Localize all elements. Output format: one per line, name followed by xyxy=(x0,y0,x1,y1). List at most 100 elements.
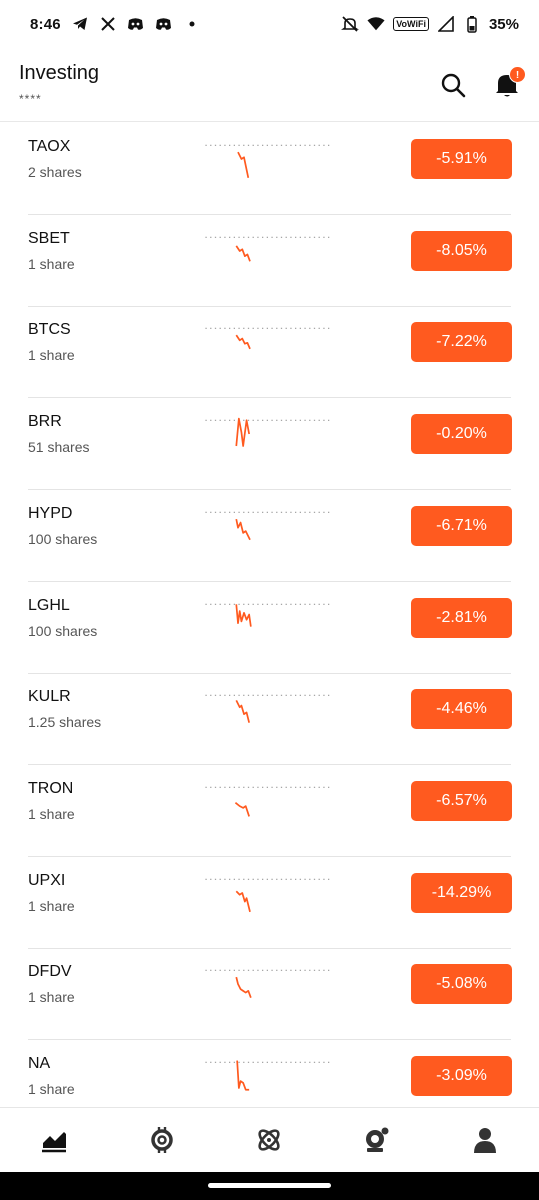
mute-icon xyxy=(341,15,360,33)
bottom-nav xyxy=(0,1107,539,1172)
stock-ticker: UPXI xyxy=(28,871,66,889)
sparkline-chart xyxy=(205,417,331,447)
stock-ticker: TAOX xyxy=(28,138,71,155)
wifi-icon xyxy=(367,15,385,33)
signal-icon xyxy=(437,15,455,33)
stock-row[interactable]: HYPD 100 shares -6.71% xyxy=(0,490,539,582)
sparkline-chart xyxy=(205,328,331,350)
stock-ticker: BRR xyxy=(28,413,62,431)
notification-badge: ! xyxy=(509,66,526,83)
sparkline-chart xyxy=(205,236,331,262)
stock-shares: 1.25 shares xyxy=(28,714,102,731)
sparkline-line xyxy=(234,801,250,817)
notifications-button[interactable]: ! xyxy=(494,66,526,100)
stock-shares: 2 shares xyxy=(28,164,82,180)
stock-row[interactable]: NA 1 share -3.09% xyxy=(0,1040,539,1107)
percent-change-button[interactable]: -3.09% xyxy=(411,1056,512,1096)
stock-row[interactable]: SBET 1 share -8.05% xyxy=(0,215,539,307)
nav-account[interactable] xyxy=(431,1108,539,1172)
header: Investing **** ! xyxy=(0,48,539,122)
atom-icon xyxy=(258,1129,281,1151)
stock-ticker: SBET xyxy=(28,229,70,247)
percent-change-button[interactable]: -7.22% xyxy=(411,322,512,363)
percent-change-button[interactable]: -5.91% xyxy=(411,139,512,179)
vowifi-indicator: VoWiFi xyxy=(393,17,429,31)
percent-change-button[interactable]: -6.71% xyxy=(411,505,512,546)
sparkline-chart xyxy=(205,694,331,724)
sparkline-line xyxy=(235,335,251,350)
percent-change-button[interactable]: -4.46% xyxy=(411,689,512,730)
sparkline-chart xyxy=(205,970,331,999)
stock-row[interactable]: BRR 51 shares -0.20% xyxy=(0,398,539,491)
retirement-icon xyxy=(366,1127,389,1152)
stock-shares: 100 shares xyxy=(28,622,98,639)
stock-row[interactable]: UPXI 1 share -14.29% xyxy=(0,857,539,949)
telegram-icon xyxy=(71,15,89,33)
status-bar: 8:46 VoWiFi 35% xyxy=(0,0,539,48)
sparkline-chart xyxy=(205,878,331,912)
crypto-coin-icon xyxy=(150,1127,173,1153)
sparkline-line xyxy=(235,518,251,540)
sparkline-line xyxy=(235,245,251,262)
battery-percent: 35% xyxy=(488,15,519,33)
sparkline-line xyxy=(235,700,250,724)
percent-change-button[interactable]: -0.20% xyxy=(411,414,512,455)
status-time: 8:46 xyxy=(30,15,61,33)
battery-icon xyxy=(463,15,481,33)
sparkline-line xyxy=(235,977,252,999)
investing-chart-icon xyxy=(41,1132,66,1153)
discord-icon xyxy=(127,15,145,33)
search-icon xyxy=(441,73,466,98)
stock-ticker: TRON xyxy=(28,779,74,797)
stock-shares: 51 shares xyxy=(28,439,90,456)
stock-shares: 100 shares xyxy=(28,530,98,547)
account-icon xyxy=(474,1128,497,1153)
sparkline-line xyxy=(237,151,250,179)
stock-shares: 1 share xyxy=(28,805,75,822)
percent-change-button[interactable]: -5.08% xyxy=(411,964,512,1005)
percent-change-button[interactable]: -6.57% xyxy=(411,780,512,821)
stock-row[interactable]: BTCS 1 share -7.22% xyxy=(0,306,539,399)
stock-ticker: DFDV xyxy=(28,963,72,981)
system-gesture-bar xyxy=(0,1172,539,1200)
stock-ticker: NA xyxy=(28,1055,51,1072)
nav-retirement[interactable] xyxy=(323,1108,431,1172)
sparkline-line xyxy=(235,890,251,912)
stock-row[interactable]: TAOX 2 shares -5.91% xyxy=(0,123,539,215)
search-button[interactable] xyxy=(440,72,466,98)
stock-shares: 1 share xyxy=(28,989,75,1006)
stock-shares: 1 share xyxy=(28,897,75,914)
nav-strategies[interactable] xyxy=(216,1108,324,1172)
percent-change-button[interactable]: -14.29% xyxy=(411,872,512,913)
x-icon xyxy=(99,15,117,33)
sparkline-line xyxy=(235,603,252,627)
holdings-list[interactable]: TAOX 2 shares -5.91% SBET 1 share -8.05% BTCS 1… xyxy=(0,123,539,1107)
page-title: Investing xyxy=(19,62,100,84)
percent-change-button[interactable]: -2.81% xyxy=(411,597,512,638)
sparkline-chart xyxy=(205,786,331,817)
dot-icon xyxy=(183,15,201,33)
stock-row[interactable]: LGHL 100 shares -2.81% xyxy=(0,582,539,674)
sparkline-line xyxy=(235,417,250,447)
discord-icon xyxy=(155,15,173,33)
stock-ticker: HYPD xyxy=(28,504,73,522)
stock-row[interactable]: DFDV 1 share -5.08% xyxy=(0,948,539,1041)
stock-shares: 1 share xyxy=(28,347,75,364)
sparkline-chart xyxy=(205,511,331,540)
stock-ticker: BTCS xyxy=(28,321,71,339)
stock-row[interactable]: KULR 1.25 shares -4.46% xyxy=(0,673,539,766)
stock-shares: 1 share xyxy=(28,1081,75,1097)
stock-ticker: LGHL xyxy=(28,596,70,614)
sparkline-chart xyxy=(205,144,331,179)
stock-shares: 1 share xyxy=(28,255,75,272)
home-gesture-handle[interactable] xyxy=(208,1183,331,1188)
stock-ticker: KULR xyxy=(28,688,71,706)
stock-row[interactable]: TRON 1 share -6.57% xyxy=(0,765,539,857)
percent-change-button[interactable]: -8.05% xyxy=(411,230,512,271)
sparkline-chart xyxy=(205,1060,331,1091)
nav-crypto[interactable] xyxy=(108,1108,216,1172)
nav-investing[interactable] xyxy=(0,1108,108,1172)
sparkline-line xyxy=(236,1060,250,1091)
sparkline-chart xyxy=(205,603,331,627)
account-masked-value: **** xyxy=(19,92,42,106)
